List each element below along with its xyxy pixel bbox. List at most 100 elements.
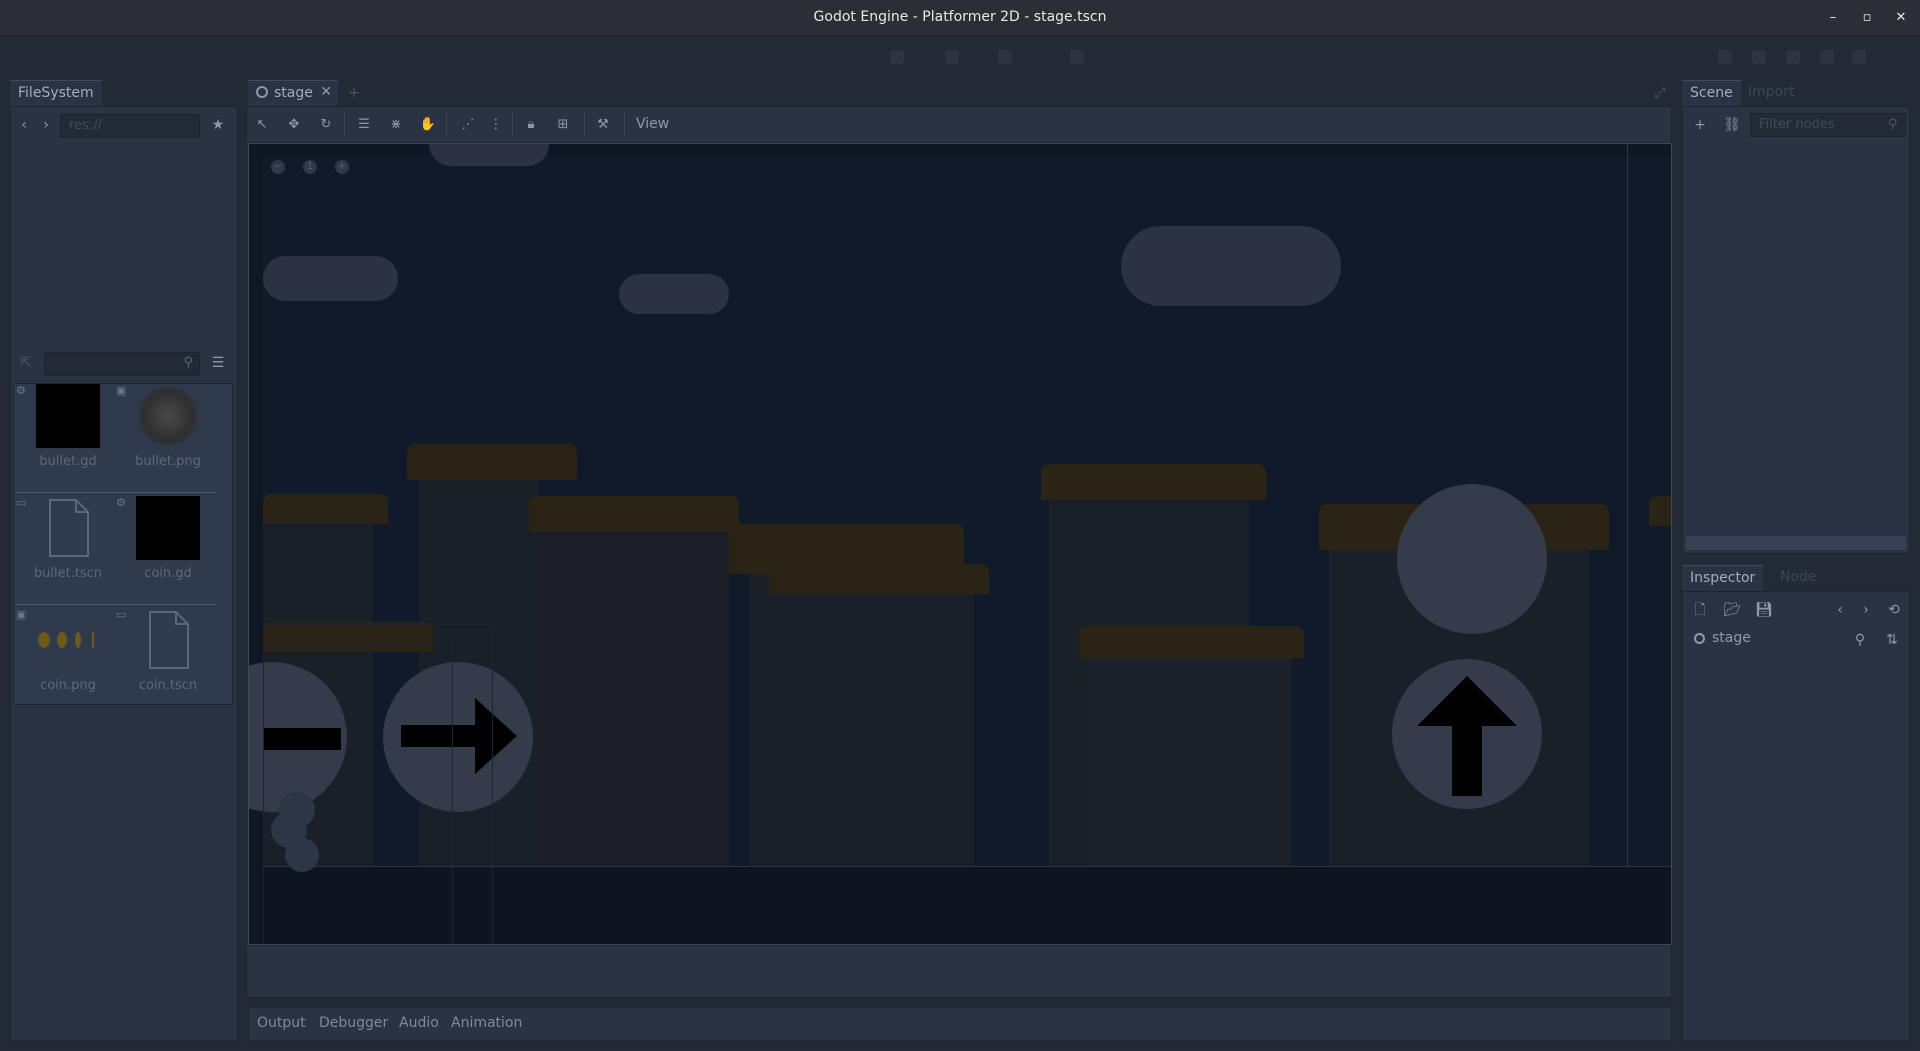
move-tool-icon[interactable]: ✥	[284, 115, 304, 135]
save-resource-icon[interactable]: 💾︎	[1754, 600, 1774, 620]
file-item[interactable]: ⚙ bullet.gd	[16, 384, 106, 494]
tab-import[interactable]: Import	[1740, 80, 1802, 106]
gear-icon: ⚙	[116, 496, 126, 509]
select-tool-icon[interactable]: ↖	[252, 115, 272, 135]
grass-ledge	[769, 564, 989, 594]
file-search-input[interactable]: ⚲	[44, 352, 200, 376]
add-node-icon[interactable]: +	[1690, 115, 1710, 135]
grass-ledge	[1079, 626, 1304, 658]
tab-output[interactable]: Output	[257, 1015, 306, 1031]
forward-icon[interactable]: ›	[36, 115, 56, 135]
tab-filesystem[interactable]: FileSystem	[10, 80, 102, 106]
scene-dock	[1682, 106, 1910, 554]
grass-ledge	[407, 444, 577, 480]
tab-inspector[interactable]: Inspector	[1682, 565, 1764, 591]
snap-icon[interactable]: ⋰	[458, 115, 478, 135]
tab-audio[interactable]: Audio	[399, 1015, 439, 1031]
3d-workspace-icon[interactable]	[945, 50, 959, 64]
search-icon[interactable]: ⚲	[1850, 630, 1870, 650]
grass-ledge	[1649, 496, 1671, 526]
list-select-icon[interactable]: ☰	[354, 115, 374, 135]
group-icon[interactable]: ⊞	[553, 115, 573, 135]
add-tab-icon[interactable]: +	[344, 83, 364, 103]
object-properties-icon[interactable]: ⇅	[1882, 630, 1902, 650]
file-name: coin.png	[40, 678, 96, 693]
window-title: Godot Engine - Platformer 2D - stage.tsc…	[813, 9, 1107, 25]
image-icon: ▣	[116, 384, 127, 397]
load-resource-icon[interactable]: 📂︎	[1722, 600, 1742, 620]
play-icon[interactable]	[1718, 50, 1732, 64]
node2d-icon	[1694, 633, 1705, 644]
divider	[584, 112, 585, 136]
file-item[interactable]: ▣ bullet.png	[116, 384, 206, 494]
search-icon: ⚲	[183, 355, 193, 370]
instance-scene-icon[interactable]: ⛓	[1722, 115, 1742, 135]
screen-bound	[1627, 144, 1628, 866]
new-resource-icon[interactable]: 🗋︎	[1690, 600, 1710, 620]
bottom-panel: Output Debugger Audio Animation	[248, 1007, 1672, 1041]
close-tab-icon[interactable]: ✕	[320, 84, 332, 100]
snap-options-icon[interactable]: ⋮	[486, 115, 506, 135]
close-button[interactable]: ✕	[1892, 9, 1910, 27]
maximize-button[interactable]: ▫	[1858, 9, 1876, 27]
folder-icon: ▭	[16, 496, 27, 509]
zoom-reset-icon[interactable]: 1	[303, 160, 317, 174]
filesystem-tabbar: FileSystem	[10, 80, 238, 106]
file-icon	[36, 496, 100, 560]
search-icon: ⚲	[1888, 117, 1898, 132]
history-icon[interactable]: ⟲	[1884, 600, 1904, 620]
tab-stage-label: stage	[274, 85, 313, 101]
file-item[interactable]: ⚙ coin.gd	[116, 496, 206, 606]
favorite-star-icon[interactable]: ★	[208, 115, 228, 135]
jump-touch-button[interactable]	[1397, 484, 1547, 634]
pause-icon[interactable]	[1752, 50, 1766, 64]
list-view-icon[interactable]: ☰	[208, 353, 228, 373]
play-custom-icon[interactable]	[1852, 50, 1866, 64]
zoom-in-icon[interactable]: +	[335, 160, 349, 174]
script-thumbnail	[36, 384, 100, 448]
history-forward-icon[interactable]: ›	[1856, 600, 1876, 620]
pillar	[1091, 639, 1291, 866]
canvas-viewport[interactable]: − 1 +	[248, 143, 1672, 945]
inspected-node-name[interactable]: stage	[1712, 630, 1751, 646]
pan-tool-icon[interactable]: ✋	[418, 115, 438, 135]
lock-icon[interactable]: 🔒︎	[521, 115, 541, 135]
viewport-footer	[246, 946, 1672, 998]
screen-bound	[263, 866, 1671, 867]
cloud	[429, 144, 549, 166]
bone-icon[interactable]: ⚒	[593, 115, 613, 135]
pivot-tool-icon[interactable]: ⋇	[386, 115, 406, 135]
divider	[624, 112, 625, 136]
assetlib-workspace-icon[interactable]	[1070, 50, 1084, 64]
folder-up-icon[interactable]: ⇱	[16, 353, 36, 373]
2d-workspace-icon[interactable]	[890, 50, 904, 64]
filter-nodes-input[interactable]: Filter nodes	[1750, 113, 1906, 137]
stop-icon[interactable]	[1786, 50, 1800, 64]
view-menu[interactable]: View	[636, 116, 669, 132]
cloud	[263, 256, 398, 301]
tab-scene[interactable]: Scene	[1682, 80, 1741, 106]
scene-dock-tabbar: Scene Import	[1682, 80, 1910, 106]
file-item[interactable]: ▣ coin.png	[16, 608, 106, 718]
history-back-icon[interactable]: ‹	[1830, 600, 1850, 620]
back-icon[interactable]: ‹	[14, 115, 34, 135]
rotate-tool-icon[interactable]: ↻	[316, 115, 336, 135]
distraction-free-icon[interactable]: ⤢	[1650, 83, 1670, 103]
script-workspace-icon[interactable]	[998, 50, 1012, 64]
file-name: coin.gd	[144, 566, 192, 581]
tab-node[interactable]: Node	[1772, 565, 1825, 591]
file-name: bullet.tscn	[33, 566, 103, 581]
file-item[interactable]: ▭ bullet.tscn	[16, 496, 106, 606]
zoom-out-icon[interactable]: −	[271, 160, 285, 174]
tab-debugger[interactable]: Debugger	[319, 1015, 388, 1031]
tab-stage[interactable]: stage ✕	[248, 80, 338, 106]
path-field[interactable]: res://	[60, 114, 200, 138]
scene-scrollbar[interactable]	[1686, 536, 1906, 550]
divider	[16, 604, 216, 605]
play-scene-icon[interactable]	[1820, 50, 1834, 64]
minimize-button[interactable]: –	[1824, 9, 1842, 27]
window-titlebar: Godot Engine - Platformer 2D - stage.tsc…	[0, 0, 1920, 36]
tab-animation[interactable]: Animation	[451, 1015, 522, 1031]
grass-ledge	[529, 496, 739, 532]
file-item[interactable]: ▭ coin.tscn	[116, 608, 206, 718]
